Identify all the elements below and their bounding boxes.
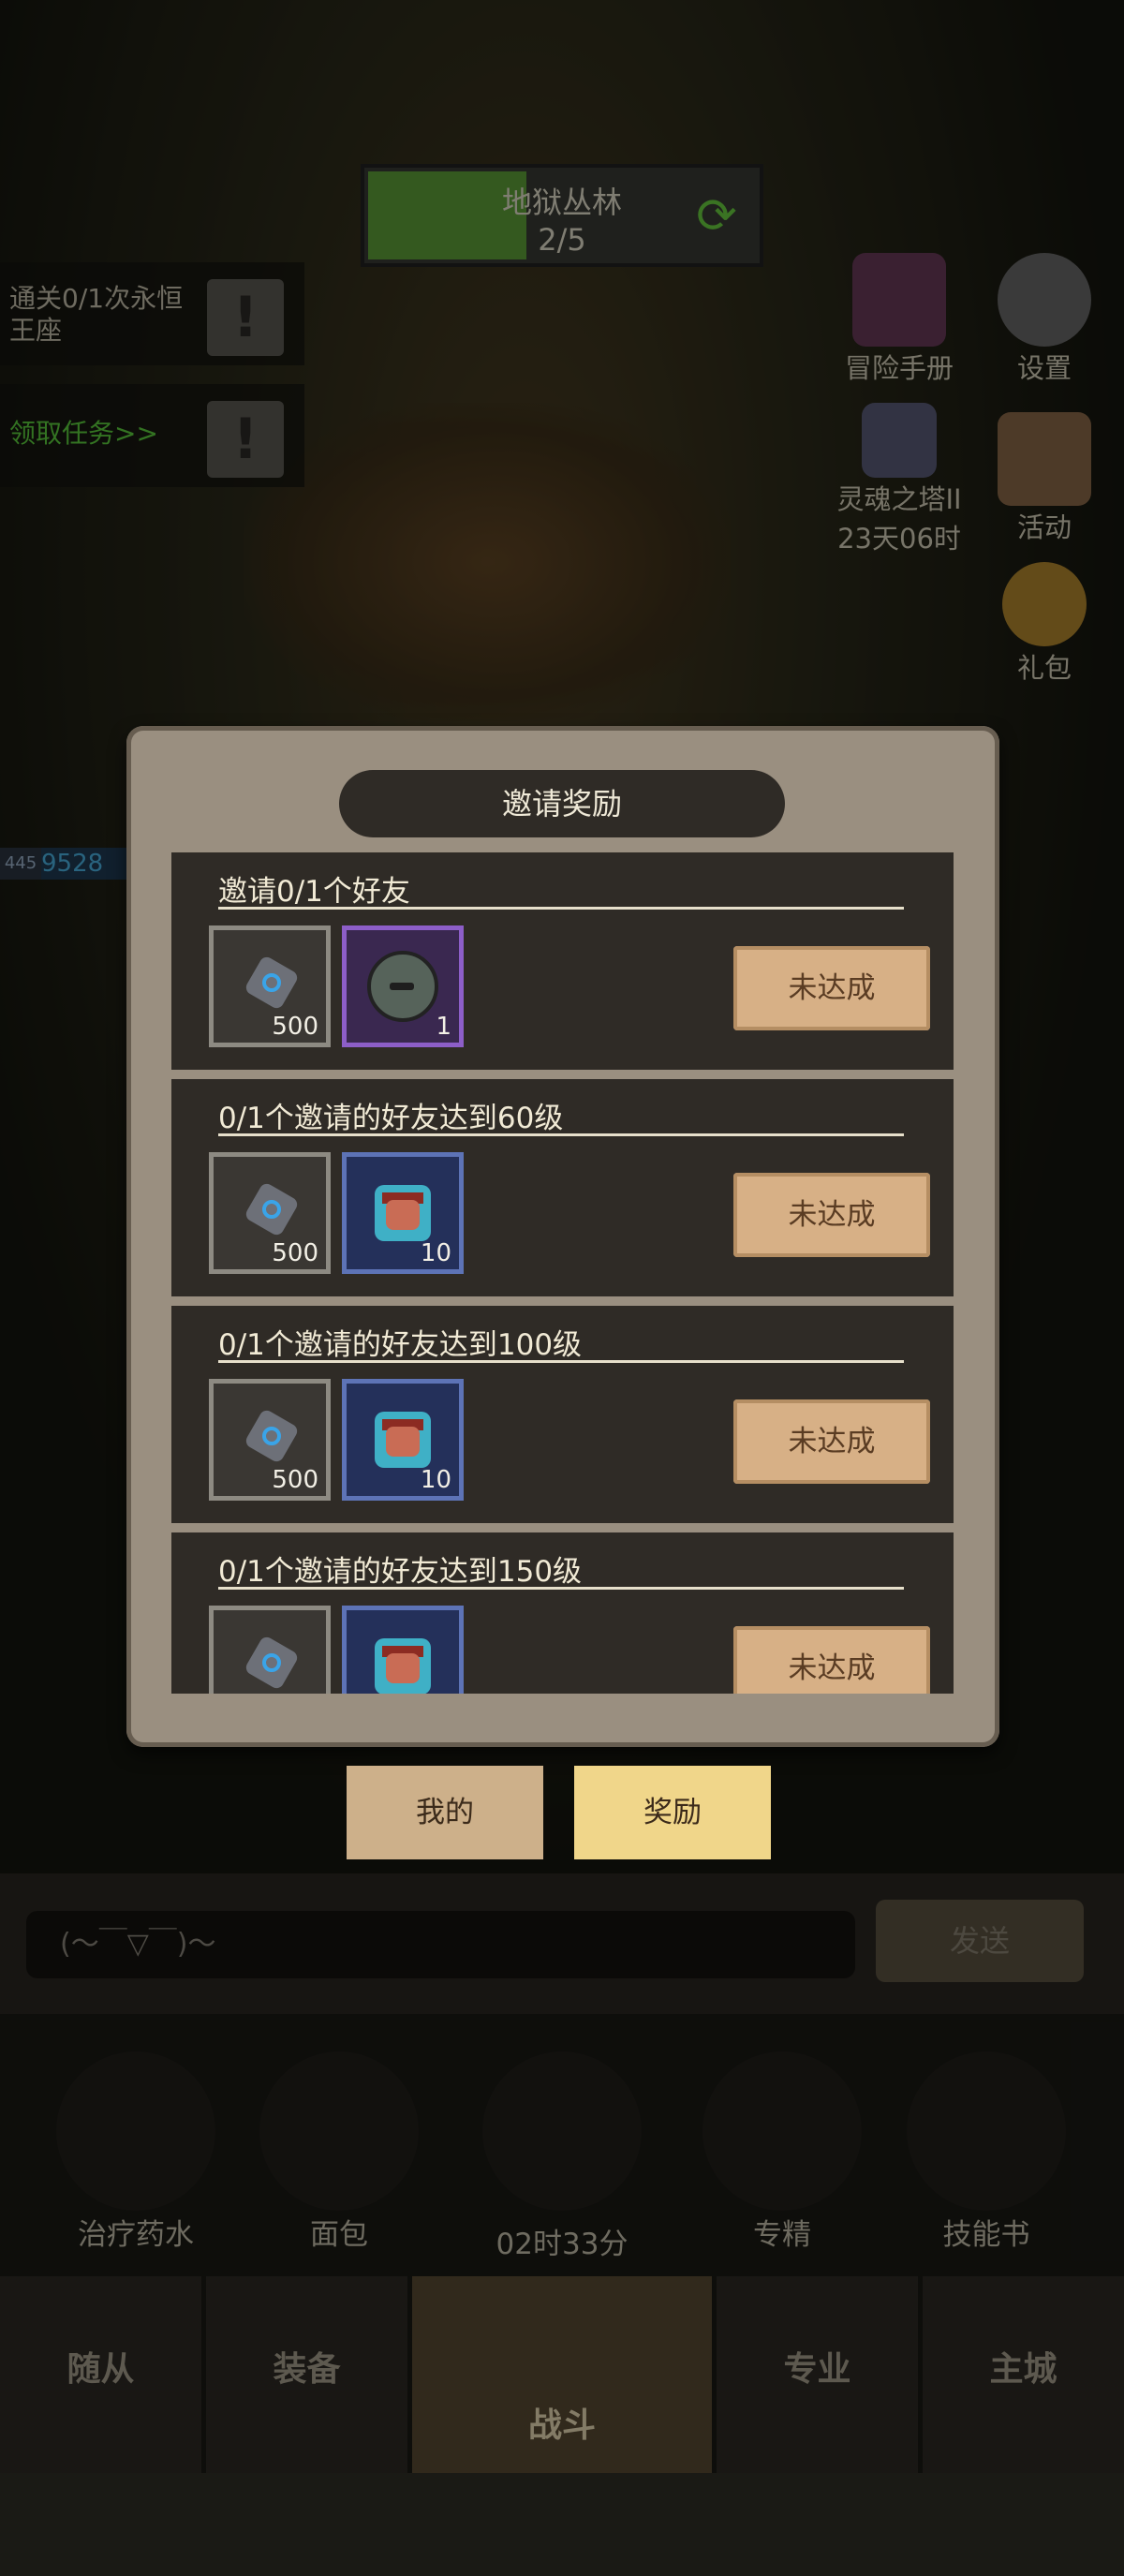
tab-reward[interactable]: 奖励 [574,1766,771,1859]
not-achieved-button[interactable]: 未达成 [733,1626,930,1694]
pet-eye [390,983,414,990]
reward-row: 0/1个邀请的好友达到60级 500 10 未达成 [171,1079,954,1296]
reward-row: 0/1个邀请的好友达到150级 未达成 [171,1532,954,1694]
row-divider [218,1133,904,1136]
row-divider [218,907,904,910]
row-title: 0/1个邀请的好友达到150级 [218,1555,583,1589]
row-divider [218,1360,904,1363]
reward-qty: 500 [272,1013,318,1041]
stone-gem-icon [262,973,281,992]
reward-slot-stone[interactable]: 500 [209,1152,331,1274]
row-title: 0/1个邀请的好友达到60级 [218,1102,564,1135]
reward-qty: 10 [420,1239,451,1267]
reward-slot-stone[interactable] [209,1606,331,1694]
stone-gem-icon [262,1427,281,1445]
tab-mine[interactable]: 我的 [347,1766,543,1859]
hero-face [386,1427,420,1457]
row-divider [218,1587,904,1590]
not-achieved-button[interactable]: 未达成 [733,1399,930,1484]
reward-slot-stone[interactable]: 500 [209,925,331,1047]
reward-slot-hero[interactable]: 10 [342,1152,464,1274]
reward-qty: 500 [272,1239,318,1267]
reward-qty: 10 [420,1466,451,1494]
reward-row: 邀请0/1个好友 500 1 未达成 [171,852,954,1070]
row-title: 0/1个邀请的好友达到100级 [218,1328,583,1362]
reward-list[interactable]: 邀请0/1个好友 500 1 未达成 0/1个邀请的好友达到60级 500 10… [171,852,954,1694]
reward-slot-stone[interactable]: 500 [209,1379,331,1501]
reward-slot-pet[interactable]: 1 [342,925,464,1047]
not-achieved-button[interactable]: 未达成 [733,946,930,1030]
row-title: 邀请0/1个好友 [218,875,410,909]
hero-face [386,1653,420,1683]
not-achieved-button[interactable]: 未达成 [733,1173,930,1257]
reward-slot-hero[interactable] [342,1606,464,1694]
reward-qty: 1 [436,1013,451,1041]
stone-gem-icon [262,1200,281,1219]
reward-slot-hero[interactable]: 10 [342,1379,464,1501]
reward-qty: 500 [272,1466,318,1494]
panel-title: 邀请奖励 [339,770,785,837]
hero-face [386,1200,420,1230]
stone-gem-icon [262,1653,281,1672]
reward-row: 0/1个邀请的好友达到100级 500 10 未达成 [171,1306,954,1523]
